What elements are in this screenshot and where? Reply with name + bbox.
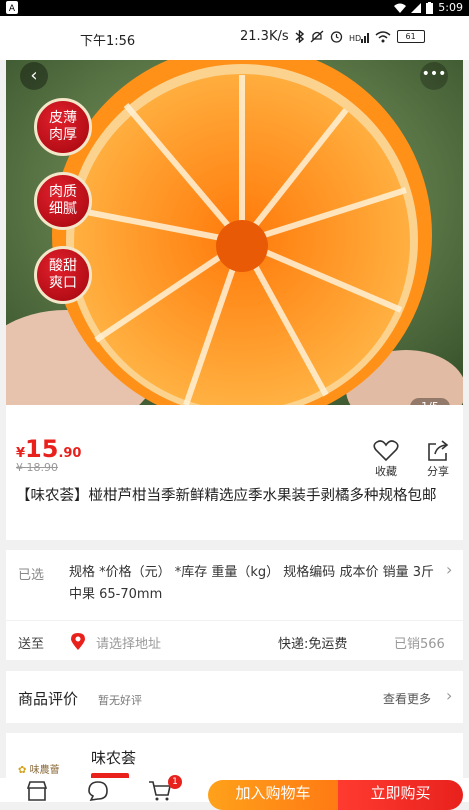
address-selector[interactable]: 请选择地址: [96, 633, 161, 652]
status-time: 下午1:56: [80, 34, 136, 49]
customer-service-icon[interactable]: [86, 781, 110, 801]
cell-signal-icon: HD: [349, 32, 369, 43]
chevron-right-icon: ›: [446, 560, 453, 579]
svg-text:A: A: [9, 4, 16, 14]
store-icon[interactable]: [26, 781, 48, 801]
badge-fine-flesh: 肉质细腻: [34, 172, 92, 230]
bottom-action-bar: 1 加入购物车 立即购买: [0, 775, 469, 810]
spec-section[interactable]: 已选 规格 *价格（元） *库存 重量（kg） 规格编码 成本价 销量 3斤中果…: [6, 550, 463, 660]
shop-name: 味农荟: [91, 749, 137, 767]
add-to-cart-button[interactable]: 加入购物车: [208, 780, 338, 810]
alarm-icon: [330, 31, 342, 43]
badge-text: 肉质细腻: [49, 184, 77, 217]
badge-text: 皮薄肉厚: [49, 110, 77, 143]
svg-text:HD: HD: [349, 34, 361, 43]
badge-thin-skin: 皮薄肉厚: [34, 98, 92, 156]
ship-to-label: 送至: [18, 637, 45, 652]
shipping-row[interactable]: 送至 请选择地址 快递:免运费 已销566: [6, 620, 463, 661]
original-price: ¥ 18.90: [16, 461, 58, 474]
price-decimal: .90: [58, 446, 82, 461]
chevron-right-icon: ›: [446, 686, 453, 705]
currency-symbol: ¥: [16, 446, 26, 461]
app-notification-icon: A: [6, 1, 18, 14]
share-label: 分享: [427, 465, 449, 478]
outer-clock: 5:09: [438, 1, 463, 14]
more-button[interactable]: •••: [420, 62, 448, 90]
shop-logo-text: 味農薈: [29, 765, 60, 776]
back-button[interactable]: ‹: [20, 62, 48, 90]
bluetooth-icon: [295, 30, 304, 43]
spec-text: 规格 *价格（元） *库存 重量（kg） 规格编码 成本价 销量 3斤中果 65…: [69, 565, 434, 602]
wifi-status-icon: [375, 30, 391, 42]
reviews-section[interactable]: 商品评价 暂无好评 查看更多 ›: [6, 671, 463, 723]
phone-status-bar: 下午1:56 21.3K/s HD 61: [0, 16, 469, 60]
wifi-icon: [394, 3, 407, 13]
cart-badge: 1: [168, 775, 182, 789]
net-speed: 21.3K/s: [240, 29, 289, 44]
mute-icon: [310, 30, 324, 43]
battery-indicator: 61: [396, 30, 425, 43]
express-fee: 快递:免运费: [278, 637, 348, 652]
share-icon: [428, 440, 449, 461]
heart-icon: [373, 440, 399, 462]
product-image-gallery[interactable]: 皮薄肉厚 肉质细腻 酸甜爽口: [6, 60, 463, 405]
sold-count: 已销566: [394, 637, 445, 652]
share-button[interactable]: 分享: [418, 439, 458, 479]
signal-icon: [411, 2, 422, 13]
current-price: ¥15.90: [16, 435, 81, 463]
product-title: 【味农荟】椪柑芦柑当季新鲜精选应季水果装手剥橘多种规格包邮: [16, 488, 437, 504]
spec-label: 已选: [18, 568, 45, 583]
buy-now-button[interactable]: 立即购买: [338, 780, 463, 810]
reviews-empty-text: 暂无好评: [98, 694, 142, 707]
favorite-label: 收藏: [375, 465, 397, 478]
chevron-left-icon: ‹: [30, 65, 38, 86]
battery-icon: [426, 1, 434, 14]
badge-text: 酸甜爽口: [49, 258, 77, 291]
location-pin-icon: [71, 633, 85, 650]
price-integer: 15: [25, 435, 59, 463]
shop-logo: ✿ 味農薈: [18, 765, 60, 776]
favorite-button[interactable]: 收藏: [366, 439, 406, 479]
badge-sweet-sour: 酸甜爽口: [34, 246, 92, 304]
outer-status-bar: A 5:09: [0, 0, 469, 16]
more-dots-icon: •••: [421, 66, 447, 82]
price-section: ¥15.90 ¥ 18.90 收藏 分享 【味农荟】椪柑芦柑当季新鲜精选应季水果…: [6, 405, 463, 540]
reviews-title: 商品评价: [18, 690, 79, 708]
see-more-link[interactable]: 查看更多: [383, 690, 431, 707]
